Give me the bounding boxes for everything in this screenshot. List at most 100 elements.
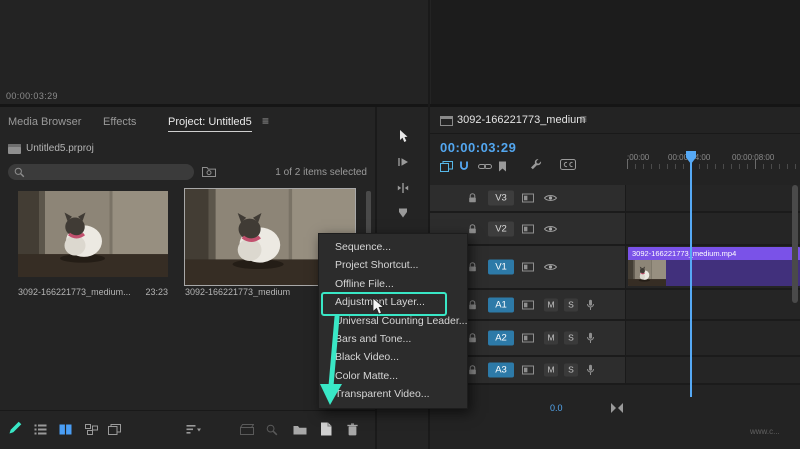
menu-item-offline-file[interactable]: Offline File...	[319, 275, 467, 293]
list-view-icon[interactable]	[34, 424, 47, 435]
search-icon	[14, 167, 25, 178]
track-lock-icon[interactable]	[468, 333, 477, 343]
project-panel-menu-icon[interactable]: ≡	[262, 114, 269, 128]
sync-lock-icon[interactable]	[522, 194, 534, 203]
solo-button[interactable]: S	[564, 364, 578, 377]
track-lane-v1[interactable]: 3092-166221773_medium.mp4	[625, 246, 800, 288]
mute-button[interactable]: M	[544, 364, 558, 377]
timeline-header-divider	[430, 133, 800, 134]
track-lane-a2[interactable]	[625, 321, 800, 355]
edit-pencil-icon[interactable]	[8, 421, 22, 435]
clip-1-duration: 23:23	[136, 287, 168, 297]
nest-sequence-icon[interactable]	[440, 161, 453, 172]
sort-order-icon[interactable]	[186, 424, 202, 435]
tab-effects[interactable]: Effects	[103, 116, 136, 128]
track-output-eye-icon[interactable]	[544, 263, 557, 271]
new-item-icon[interactable]	[320, 422, 332, 436]
track-lane-v2[interactable]	[625, 213, 800, 244]
playhead-handle[interactable]	[686, 151, 696, 164]
sync-lock-icon[interactable]	[522, 300, 534, 309]
clip-1-label[interactable]: 3092-166221773_medium...	[18, 287, 136, 297]
timeline-tab-icon	[440, 116, 453, 126]
sync-lock-icon[interactable]	[522, 334, 534, 343]
project-bin-icon	[8, 144, 21, 154]
timeline-scrollbar[interactable]	[792, 185, 798, 303]
voiceover-mic-icon[interactable]	[586, 332, 595, 344]
freeform-view-icon[interactable]	[85, 424, 98, 435]
track-lock-icon[interactable]	[468, 300, 477, 310]
cat-video-frame	[628, 260, 666, 286]
track-header-v3: V3	[430, 185, 625, 211]
track-row-v3: V3	[430, 185, 800, 213]
track-target-v2[interactable]: V2	[488, 221, 514, 236]
track-target-a3[interactable]: A3	[488, 363, 514, 378]
annotation-arrow	[310, 312, 366, 412]
mute-button[interactable]: M	[544, 298, 558, 311]
sync-lock-icon[interactable]	[522, 263, 534, 272]
program-monitor-area-right	[431, 0, 800, 104]
ruler-label-0: :00:00	[627, 153, 649, 162]
add-marker-icon[interactable]	[498, 161, 507, 172]
closed-captions-icon[interactable]	[560, 159, 576, 170]
track-lane-v3[interactable]	[625, 185, 800, 211]
clear-trash-icon[interactable]	[346, 423, 359, 436]
stacked-panels-icon[interactable]	[108, 424, 121, 435]
track-target-v3[interactable]: V3	[488, 191, 514, 206]
tab-media-browser[interactable]: Media Browser	[8, 116, 81, 128]
menu-item-project-shortcut[interactable]: Project Shortcut...	[319, 256, 467, 274]
track-target-a2[interactable]: A2	[488, 331, 514, 346]
solo-button[interactable]: S	[564, 298, 578, 311]
timeline-clip-frames	[628, 260, 800, 286]
search-input[interactable]	[8, 164, 194, 180]
razor-tool-icon[interactable]	[397, 207, 409, 219]
sync-lock-icon[interactable]	[522, 224, 534, 233]
track-output-eye-icon[interactable]	[544, 194, 557, 202]
watermark: www.c...	[750, 427, 780, 436]
ruler-tick-8s	[755, 159, 756, 169]
timeline-panel: 3092-166221773_medium ≡ 00:00:03:29 :00:…	[430, 107, 800, 449]
menu-item-sequence[interactable]: Sequence...	[319, 238, 467, 256]
icon-view-icon[interactable]	[59, 424, 72, 435]
selection-tool-icon[interactable]	[397, 129, 409, 143]
track-row-v2: V2	[430, 213, 800, 246]
ruler-minor-ticks[interactable]	[627, 164, 800, 169]
track-output-eye-icon[interactable]	[544, 225, 557, 233]
track-lock-icon[interactable]	[468, 365, 477, 375]
new-search-bin-icon[interactable]	[202, 165, 216, 178]
linked-selection-icon[interactable]	[478, 162, 492, 171]
timeline-title[interactable]: 3092-166221773_medium	[457, 114, 585, 126]
mute-button[interactable]: M	[544, 332, 558, 345]
track-lock-icon[interactable]	[468, 224, 477, 234]
track-lock-icon[interactable]	[468, 262, 477, 272]
premiere-pro-window: 00:00:03:29 Media Browser Effects Projec…	[0, 0, 800, 449]
track-target-v1[interactable]: V1	[488, 260, 514, 275]
new-bin-folder-icon[interactable]	[293, 424, 307, 435]
fit-sequence-icon[interactable]	[610, 402, 624, 414]
clip-2-label[interactable]: 3092-166221773_medium	[185, 287, 316, 297]
find-icon[interactable]	[266, 424, 278, 436]
timeline-timecode[interactable]: 00:00:03:29	[440, 140, 516, 155]
tab-project[interactable]: Project: Untitled5	[168, 116, 252, 132]
timeline-clip-v1[interactable]: 3092-166221773_medium.mp4	[628, 247, 800, 286]
timeline-settings-wrench-icon[interactable]	[530, 158, 542, 170]
automate-to-sequence-icon[interactable]	[240, 424, 254, 435]
track-lane-a1[interactable]	[625, 290, 800, 319]
solo-button[interactable]: S	[564, 332, 578, 345]
track-target-a1[interactable]: A1	[488, 297, 514, 312]
ruler-tick-0	[627, 159, 628, 169]
voiceover-mic-icon[interactable]	[586, 364, 595, 376]
track-lane-a3[interactable]	[625, 357, 800, 383]
playhead-line[interactable]	[690, 151, 692, 397]
project-file-name[interactable]: Untitled5.prproj	[26, 143, 94, 154]
project-toolbar	[0, 410, 375, 449]
voiceover-mic-icon[interactable]	[586, 299, 595, 311]
timeline-panel-menu-icon[interactable]: ≡	[580, 112, 587, 126]
track-select-tool-icon[interactable]	[397, 156, 409, 168]
clip-thumbnail-1[interactable]	[18, 191, 168, 277]
snap-magnet-icon[interactable]	[459, 161, 469, 172]
track-lock-icon[interactable]	[468, 193, 477, 203]
mouse-cursor	[372, 297, 385, 316]
track-row-a1: A1 M S	[430, 290, 800, 321]
sync-lock-icon[interactable]	[522, 366, 534, 375]
ripple-edit-tool-icon[interactable]	[397, 182, 409, 194]
